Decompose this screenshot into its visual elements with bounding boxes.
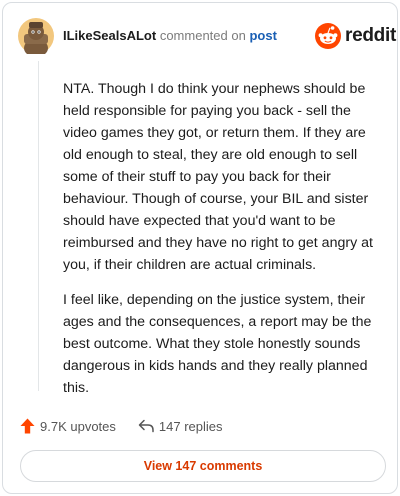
comment-header: ILikeSealsALot commented on post [63,28,277,43]
thread-line [38,61,39,391]
username[interactable]: ILikeSealsALot [63,28,156,43]
post-link[interactable]: post [249,28,276,43]
commented-text: commented on [159,28,246,43]
comment-card: ILikeSealsALot commented on post reddit … [2,2,398,494]
comment-paragraph: I feel like, depending on the justice sy… [63,292,372,396]
comment-paragraph: NTA. Though I do think your nephews shou… [63,81,373,273]
view-comments-button[interactable]: View 147 comments [20,450,386,482]
reply-count: 147 replies [158,418,223,434]
reply-arrow-icon [138,419,154,433]
user-avatar[interactable] [18,18,54,54]
reply-button[interactable]: 147 replies [138,419,223,434]
upvote-arrow-icon [20,418,35,434]
upvote-count: 9.7K upvotes [40,418,116,434]
comment-actions: 9.7K upvotes 147 replies [20,416,245,436]
reddit-logo[interactable]: reddit [315,23,396,49]
reddit-logo-text: reddit [345,25,396,46]
comment-body: NTA. Though I do think your nephews shou… [63,78,383,412]
reddit-logo-icon [315,23,341,49]
upvote-button[interactable]: 9.7K upvotes [20,418,116,434]
